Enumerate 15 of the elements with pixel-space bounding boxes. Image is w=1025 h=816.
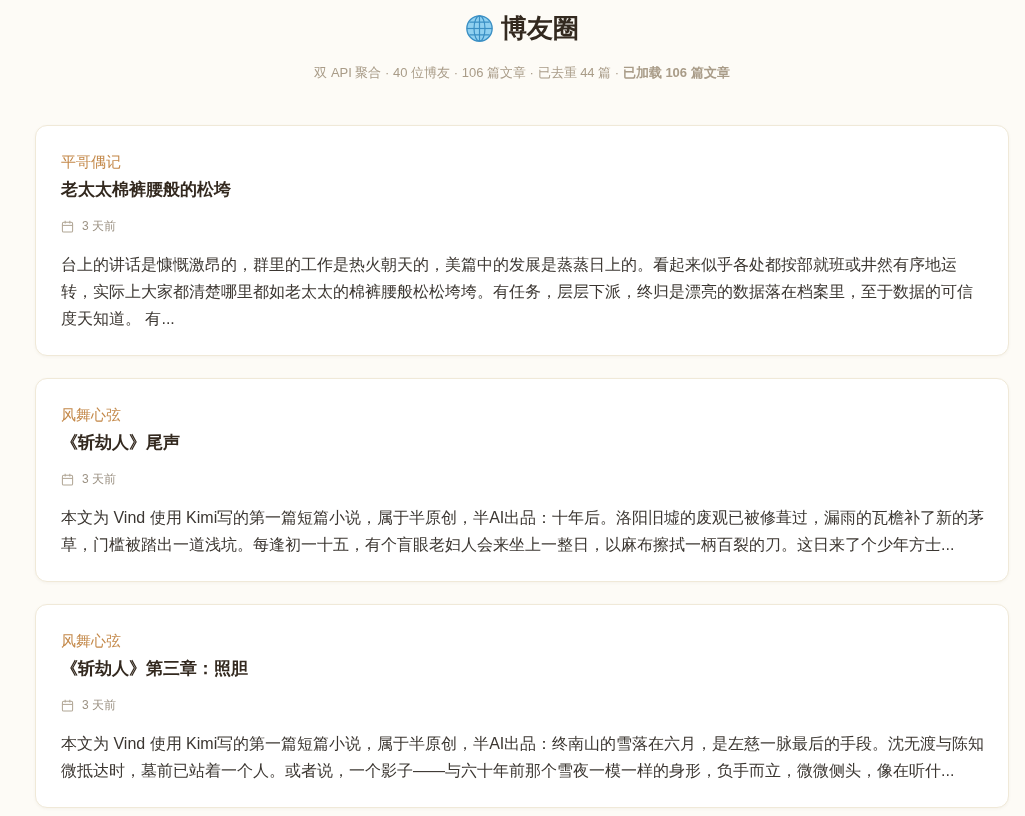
post-excerpt: 本文为 Vind 使用 Kimi写的第一篇短篇小说，属于半原创，半AI出品：十年后。洛阳旧墟的废观已被修葺过，漏雨的瓦檐补了新的茅草，门槛被踏出一道浅坑。每逢初一十五，有个盲眼老妇人会来坐上一整日，以麻布擦拭一柄百裂的刀。这日来了个少年方士... xyxy=(61,508,986,555)
globe-icon xyxy=(465,14,493,42)
post-excerpt: 台上的讲话是慷慨激昂的，群里的工作是热火朝天的，美篇中的发展是蒸蒸日上的。看起来似乎各处都按部就班或井然有序地运转，实际上大家都清楚哪里都如老太太的棉裤腰般松松垮垮。有任务，层层下派，终归是漂亮的数据落在档案里，至于数据的可信度天知道。 有... xyxy=(61,255,974,329)
post-title-link[interactable]: 老太太棉裤腰般的松垮 xyxy=(61,178,231,202)
post-date: 3 天前 xyxy=(82,697,116,714)
calendar-icon xyxy=(61,219,74,233)
post-title-link[interactable]: 《斩劫人》第三章：照胆 xyxy=(61,657,248,681)
post-excerpt: 本文为 Vind 使用 Kimi写的第一篇短篇小说，属于半原创，半AI出品：终南山的雪落在六月，是左慈一脉最后的手段。沈无渡与陈知微抵达时，墓前已站着一个人。或者说，一个影子——与六十年前那个雪夜一模一样的身形，负手而立，微微侧头，像在听什... xyxy=(61,734,986,781)
stats-summary: 双 API 聚合 · 40 位博友 · 106 篇文章 · 已去重 44 篇 · 已加载 106 篇文章 xyxy=(313,64,731,82)
post-title-link[interactable]: 《斩劫人》尾声 xyxy=(61,431,180,455)
calendar-icon xyxy=(61,472,74,486)
post-date: 3 天前 xyxy=(82,218,116,235)
page-title: 博友圈 xyxy=(500,12,579,45)
post-date: 3 天前 xyxy=(82,471,116,488)
calendar-icon xyxy=(61,698,74,712)
